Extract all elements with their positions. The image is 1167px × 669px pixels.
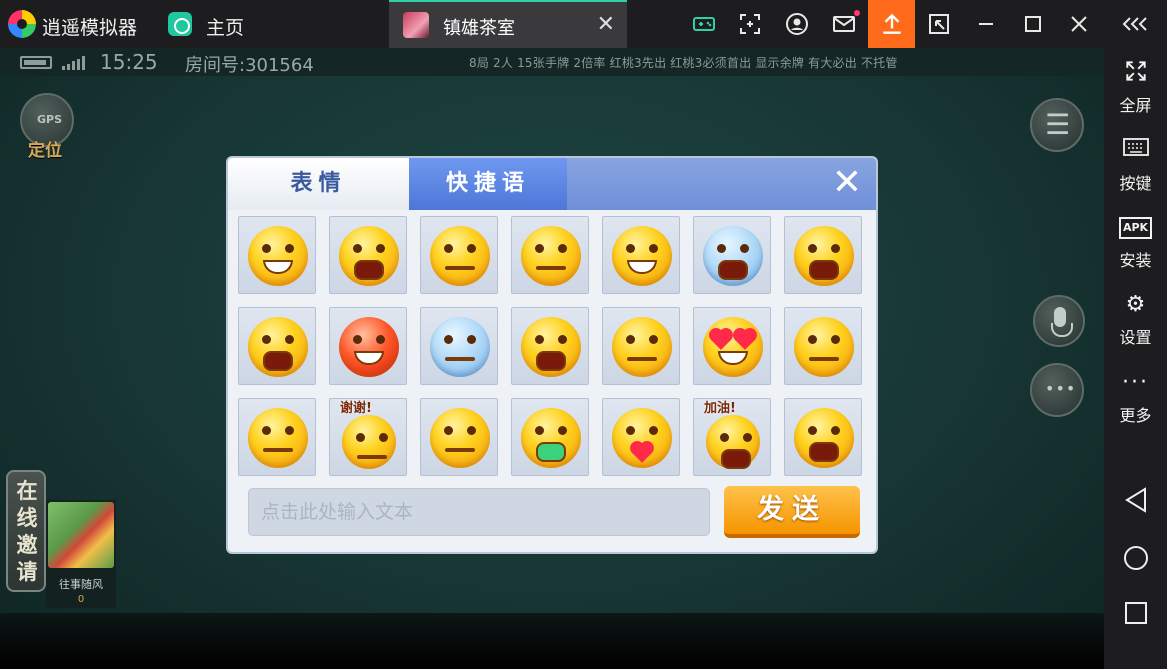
close-icon[interactable]: ✕	[830, 165, 864, 201]
settings-label: 设置	[1119, 328, 1152, 347]
apk-badge-text: APK	[1118, 217, 1153, 239]
room-number: 房间号:301564	[185, 55, 314, 76]
online-invite-label: 在线邀请	[16, 479, 38, 584]
tab-game[interactable]: 镇雄茶室 ✕	[389, 0, 627, 48]
install-apk-button[interactable]: APK 安装	[1104, 213, 1167, 271]
screenshot-icon[interactable]	[738, 12, 762, 36]
game-app-icon	[403, 12, 429, 38]
close-window-icon[interactable]	[1067, 12, 1091, 36]
gps-label[interactable]: 定位	[28, 136, 62, 161]
player-name: 往事随风	[59, 578, 103, 591]
emoji-smile[interactable]	[420, 216, 498, 294]
tab-emoji[interactable]: 表情	[228, 158, 409, 210]
game-screen: 15:25 房间号:301564 8局 2人 15张手牌 2倍率 红桃3先出 红…	[0, 48, 1104, 669]
collapse-panel-icon[interactable]	[1120, 12, 1150, 36]
close-tab-icon[interactable]: ✕	[597, 12, 615, 37]
app-logo-icon	[8, 10, 36, 38]
emoji-thanks[interactable]: 谢谢!	[329, 398, 407, 476]
install-label: 安装	[1119, 251, 1152, 270]
mail-icon[interactable]	[832, 12, 856, 36]
gamepad-icon[interactable]	[692, 12, 716, 36]
fullscreen-label: 全屏	[1119, 96, 1152, 115]
table-edge	[0, 613, 1104, 669]
tab-home[interactable]: 主页	[206, 13, 244, 40]
tab-game-label: 镇雄茶室	[443, 18, 515, 39]
chat-text-input[interactable]: 点击此处输入文本	[248, 488, 710, 536]
menu-icon[interactable]	[1030, 98, 1084, 152]
clock-time: 15:25	[100, 50, 158, 74]
online-invite-button[interactable]: 在线邀请	[6, 470, 46, 592]
more-button[interactable]: ··· 更多	[1104, 368, 1167, 426]
player-score: 0	[77, 594, 85, 605]
emoji-cheer[interactable]: 加油!	[693, 398, 771, 476]
tab-quick-phrases[interactable]: 快捷语	[409, 158, 567, 210]
emoji-cheer-caption: 加油!	[704, 401, 736, 416]
battery-icon	[20, 56, 52, 69]
more-dots-icon: ···	[1122, 370, 1149, 395]
notification-dot	[854, 10, 860, 16]
emoji-content[interactable]	[784, 307, 862, 385]
emoji-shocked[interactable]	[784, 216, 862, 294]
window-sync-icon[interactable]	[927, 12, 951, 36]
back-nav-icon[interactable]	[1104, 486, 1167, 521]
emulator-window: 逍遥模拟器 主页 镇雄茶室 ✕ 15:25 房间号:301564 8局 2人 1…	[0, 0, 1167, 669]
emoji-big-grin[interactable]	[602, 216, 680, 294]
maximize-icon[interactable]	[1021, 12, 1045, 36]
minimize-icon[interactable]	[974, 12, 998, 36]
emoji-thumbs-up[interactable]	[511, 307, 589, 385]
user-account-icon[interactable]	[785, 12, 809, 36]
microphone-icon[interactable]	[1033, 295, 1085, 347]
fullscreen-icon	[1104, 58, 1167, 88]
emoji-frozen[interactable]	[693, 216, 771, 294]
emoji-dizzy[interactable]	[420, 307, 498, 385]
emulator-side-panel: 全屏 按键 APK 安装 ⚙ 设置 ··· 更多	[1104, 48, 1167, 669]
home-icon[interactable]	[168, 12, 192, 36]
app-title: 逍遥模拟器	[42, 17, 138, 39]
send-button[interactable]: 发送	[724, 486, 860, 538]
emoji-sweat-kiss[interactable]	[511, 216, 589, 294]
keyboard-icon	[1104, 136, 1167, 166]
status-bar: 15:25 房间号:301564 8局 2人 15张手牌 2倍率 红桃3先出 红…	[0, 48, 1104, 76]
fullscreen-button[interactable]: 全屏	[1104, 58, 1167, 116]
gps-icon: GPS	[37, 113, 63, 126]
upload-button[interactable]	[868, 0, 915, 48]
chat-icon[interactable]	[1030, 363, 1084, 417]
apk-icon: APK	[1104, 213, 1167, 243]
more-label: 更多	[1119, 406, 1152, 425]
dialog-tabs: 表情 快捷语 ✕	[228, 158, 876, 210]
emoji-angry-shout[interactable]	[329, 216, 407, 294]
emoji-teary[interactable]	[602, 307, 680, 385]
emoji-heartbroken[interactable]	[602, 398, 680, 476]
keymap-label: 按键	[1119, 174, 1152, 193]
gear-icon: ⚙	[1125, 292, 1146, 317]
emoji-pleading[interactable]	[238, 398, 316, 476]
emulator-titlebar: 逍遥模拟器 主页 镇雄茶室 ✕	[0, 0, 1167, 48]
emoji-vomit[interactable]	[511, 398, 589, 476]
emoji-grin[interactable]	[238, 216, 316, 294]
player-seat[interactable]: 往事随风 0	[46, 500, 116, 608]
avatar	[48, 502, 114, 568]
recents-nav-icon[interactable]	[1104, 600, 1167, 633]
home-nav-icon[interactable]	[1104, 544, 1167, 579]
emoji-furious[interactable]	[329, 307, 407, 385]
emoji-heart-eyes[interactable]	[693, 307, 771, 385]
emoji-thanks-caption: 谢谢!	[340, 401, 372, 416]
emoji-terrified[interactable]	[784, 398, 862, 476]
emoji-sad-tears[interactable]	[420, 398, 498, 476]
settings-button[interactable]: ⚙ 设置	[1104, 290, 1167, 348]
keymap-button[interactable]: 按键	[1104, 136, 1167, 194]
signal-icon	[62, 56, 85, 70]
emoji-crying-loud[interactable]	[238, 307, 316, 385]
game-rules: 8局 2人 15张手牌 2倍率 红桃3先出 红桃3必须首出 显示余牌 有大必出 …	[469, 56, 898, 70]
chat-dialog: 表情 快捷语 ✕ 谢谢! 加油! 点击此处输入文本 发送	[226, 156, 878, 554]
